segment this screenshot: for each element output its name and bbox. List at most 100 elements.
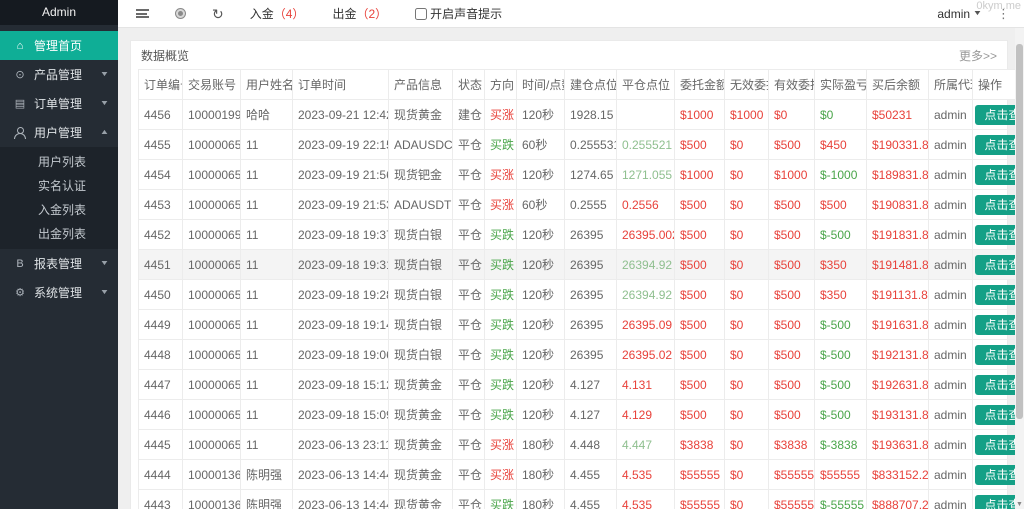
cell: $500 [674,279,725,310]
deposit-label: 入金 [249,7,274,21]
cell: $-500 [814,219,867,250]
globe-icon[interactable] [175,8,186,19]
cell: 买跌 [484,489,517,509]
table-row: 444710000065112023-09-18 15:12:57现货黄金平仓买… [138,369,1024,400]
cell: 2023-09-18 19:37:24 [292,219,389,250]
cell: 买跌 [484,279,517,310]
cell: $500 [768,369,815,400]
cell: 买涨 [484,159,517,190]
cell: $-1000 [814,159,867,190]
cell: 买涨 [484,99,517,130]
cell: 11 [240,369,293,400]
sound-checkbox[interactable] [415,7,428,20]
sidebar-item-products[interactable]: ⊙ 产品管理 ▼ [0,60,118,89]
settings-icon: ⚙ [15,287,25,299]
cell: $0 [724,369,769,400]
cell: 平仓 [452,219,485,250]
cell: 11 [240,189,293,220]
sidebar-item-orders[interactable]: ▤ 订单管理 ▼ [0,89,118,118]
table-row: 445410000065112023-09-19 21:56:20现货钯金平仓买… [138,159,1024,190]
sidebar-subitem-deposit-list[interactable]: 入金列表 [0,198,118,222]
sound-label: 开启声音提示 [430,7,503,21]
cell: 1274.65 [564,159,617,190]
cell: $1000 [768,159,815,190]
menu-toggle-icon[interactable] [136,9,149,18]
chevron-down-icon: ▼ [99,260,110,267]
cell: 4445 [138,429,183,460]
cell: 2023-09-18 19:31:24 [292,249,389,280]
cell: 1928.15 [564,99,617,130]
cell: admin [928,99,973,130]
scrollbar-down-arrow[interactable]: ▼ [1015,501,1024,508]
cell: 买涨 [484,429,517,460]
deposit-link[interactable]: 入金（4） [250,5,305,22]
topbar: ↻ 入金（4） 出金（2） 开启声音提示 admin ▼ ⋮ [118,0,1024,28]
sidebar-item-reports[interactable]: B 报表管理 ▼ [0,249,118,278]
table-body: 445610000199哈哈2023-09-21 12:42:18现货黄金建仓买… [138,99,1024,509]
sidebar-item-system[interactable]: ⚙ 系统管理 ▼ [0,278,118,307]
cell: 4.455 [564,459,617,490]
cell: $191481.8 [866,249,929,280]
table-row: 444310000136陈明强2023-06-13 14:44:27现货黄金平仓… [138,489,1024,509]
sidebar-subitem-realname-auth[interactable]: 实名认证 [0,174,118,198]
cell: admin [928,339,973,370]
user-menu[interactable]: admin ▼ [937,7,982,21]
cell: 4.127 [564,399,617,430]
cell: 26395 [564,279,617,310]
cell: 26395 [564,249,617,280]
cell: 26395.02 [616,339,675,370]
cell: admin [928,279,973,310]
cell: $191831.8 [866,219,929,250]
withdraw-link[interactable]: 出金（2） [332,5,387,22]
scrollbar-thumb[interactable] [1016,44,1023,420]
cell: 4448 [138,339,183,370]
cell: 平仓 [452,339,485,370]
column-header: 实际盈亏 [814,69,867,100]
cell: 2023-09-18 19:14:37 [292,309,389,340]
vertical-scrollbar[interactable]: ▼ [1015,28,1024,509]
table-row: 445610000199哈哈2023-09-21 12:42:18现货黄金建仓买… [138,99,1024,130]
column-header: 时间/点数 [516,69,565,100]
column-header: 有效委托 [768,69,815,100]
cell [616,99,675,130]
cell: admin [928,459,973,490]
cell: 11 [240,219,293,250]
cell: $0 [724,129,769,160]
more-link[interactable]: 更多>> [959,47,997,64]
cell: $500 [768,249,815,280]
cell: 平仓 [452,369,485,400]
cell: 4.535 [616,489,675,509]
sidebar-item-users[interactable]: 用户管理 ▲ [0,118,118,147]
sidebar-subitem-user-list[interactable]: 用户列表 [0,150,118,174]
cell: 平仓 [452,189,485,220]
cell: 120秒 [516,279,565,310]
cell: 11 [240,339,293,370]
cell: 平仓 [452,249,485,280]
cell: $55555 [768,489,815,509]
refresh-icon[interactable]: ↻ [212,7,224,21]
cell: $350 [814,249,867,280]
cell: 4.447 [616,429,675,460]
cell: 现货黄金 [388,399,453,430]
cell: $-500 [814,369,867,400]
cell: 2023-09-18 15:09:14 [292,399,389,430]
cell: 现货白银 [388,279,453,310]
content-area: 数据概览 更多>> 订单编号交易账号用户姓名订单时间产品信息状态方向时间/点数建… [118,28,1024,509]
cell: $55555 [674,459,725,490]
sound-toggle[interactable]: 开启声音提示 [415,5,502,22]
cell: 现货白银 [388,219,453,250]
cell: $0 [724,339,769,370]
cell: 4.127 [564,369,617,400]
cell: $0 [814,99,867,130]
cell: $-500 [814,399,867,430]
cell: 120秒 [516,99,565,130]
cell: 买跌 [484,369,517,400]
table-row: 444910000065112023-09-18 19:14:37现货白银平仓买… [138,309,1024,340]
cell: $500 [674,399,725,430]
sidebar-subitem-withdraw-list[interactable]: 出金列表 [0,222,118,246]
column-header: 用户姓名 [240,69,293,100]
cell: 4.131 [616,369,675,400]
cell: 平仓 [452,279,485,310]
cell: $0 [724,189,769,220]
sidebar-item-home[interactable]: ⌂ 管理首页 [0,31,118,60]
